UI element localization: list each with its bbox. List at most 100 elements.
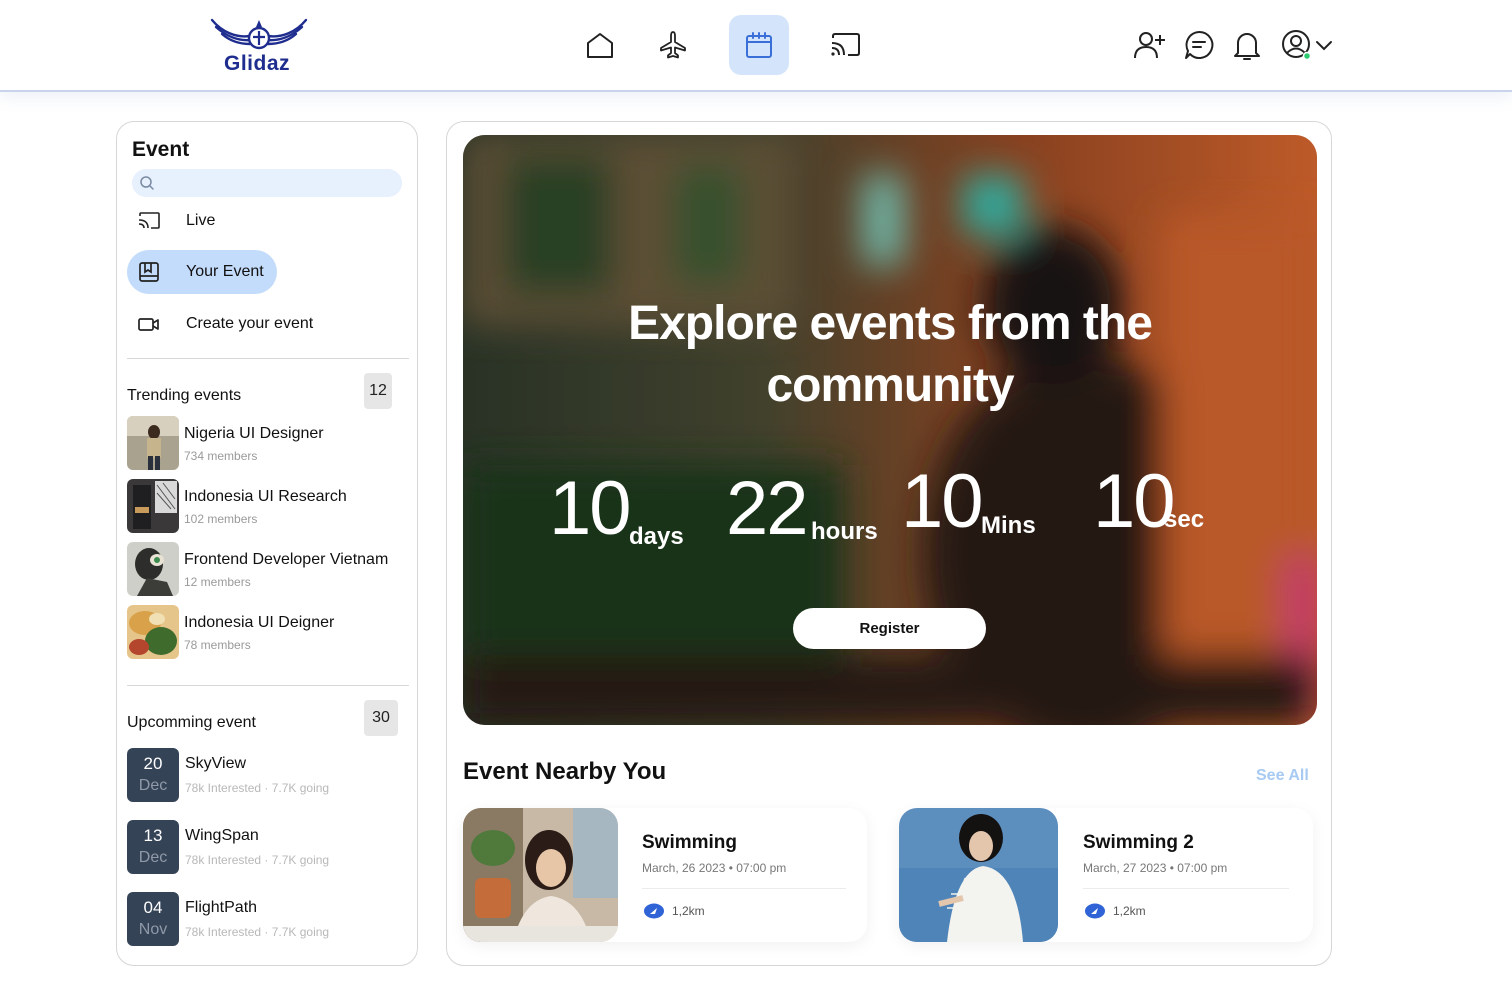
nearby-section-title: Event Nearby You [463, 758, 667, 785]
search-icon [140, 176, 154, 190]
event-day: 13 [143, 826, 163, 845]
upcoming-event-item[interactable]: 13 Dec WingSpan 78k Interested · 7.7K go… [127, 820, 407, 874]
event-date-tile: 20 Dec [127, 748, 179, 802]
sidebar-item-create-event[interactable]: Create your event [127, 302, 387, 346]
upcoming-title: Upcomming event [127, 714, 256, 731]
add-friend-button[interactable] [1132, 27, 1168, 63]
upcoming-event-meta: 78k Interested · 7.7K going [185, 781, 330, 795]
trending-event-members: 734 members [184, 449, 258, 463]
trending-event-members: 102 members [184, 512, 258, 526]
sidebar-divider [127, 685, 409, 686]
trending-count-badge: 12 [364, 373, 392, 409]
countdown-mins: 10 [901, 459, 984, 544]
register-button[interactable]: Register [793, 608, 986, 649]
messages-button[interactable] [1181, 27, 1217, 63]
nav-home[interactable] [570, 15, 630, 75]
upcoming-event-name: SkyView [185, 755, 247, 772]
countdown-mins-label: Mins [981, 512, 1036, 539]
sidebar-item-label: Your Event [186, 263, 264, 280]
trending-event-members: 78 members [184, 638, 251, 652]
trending-event-item[interactable]: Nigeria UI Designer 734 members [127, 416, 412, 470]
event-day: 04 [143, 898, 163, 917]
upcoming-count-badge: 30 [364, 700, 398, 736]
event-month: Dec [138, 777, 168, 794]
location-pin-icon [1085, 903, 1105, 919]
bell-icon [1234, 33, 1260, 60]
trending-event-name: Frontend Developer Vietnam [184, 551, 389, 568]
countdown-secs-label: sec [1164, 506, 1205, 533]
trending-event-name: Nigeria UI Designer [184, 425, 324, 442]
upcoming-event-name: FlightPath [185, 899, 258, 916]
event-thumbnail [127, 416, 179, 470]
video-camera-icon [138, 318, 159, 331]
airplane-icon [660, 31, 686, 59]
nav-events[interactable] [729, 15, 789, 75]
sidebar-item-label: Create your event [186, 315, 314, 332]
event-date-tile: 04 Nov [127, 892, 179, 946]
hero-title: Explore events from the community [463, 293, 1317, 417]
upcoming-event-name: WingSpan [185, 827, 259, 844]
trending-event-item[interactable]: Indonesia UI Deigner 78 members [127, 605, 412, 659]
location-pin-icon [644, 903, 664, 919]
notifications-button[interactable] [1229, 27, 1265, 63]
chevron-down-icon [1316, 41, 1332, 51]
card-divider [1083, 888, 1289, 889]
event-card-date: March, 26 2023 • 07:00 pm [642, 861, 787, 875]
event-date-tile: 13 Dec [127, 820, 179, 874]
sidebar-item-label: Live [186, 212, 216, 229]
event-month: Dec [138, 849, 168, 866]
event-sidebar: Event Live Your Event Create your event … [116, 121, 418, 966]
event-thumbnail [127, 479, 179, 533]
nav-cast[interactable] [815, 15, 875, 75]
cast-icon [138, 212, 160, 229]
hero-title-line: Explore events from the [628, 297, 1153, 350]
event-card-image [463, 808, 618, 942]
hero-banner: Explore events from the community 10 day… [463, 135, 1317, 725]
upcoming-event-item[interactable]: 20 Dec SkyView 78k Interested · 7.7K goi… [127, 748, 407, 802]
trending-event-item[interactable]: Frontend Developer Vietnam 12 members [127, 542, 412, 596]
profile-menu[interactable] [1277, 27, 1337, 63]
event-card-image [899, 808, 1058, 942]
trending-event-name: Indonesia UI Deigner [184, 614, 335, 631]
calendar-icon [746, 32, 772, 58]
card-divider [642, 888, 846, 889]
trending-event-members: 12 members [184, 575, 251, 589]
upcoming-event-meta: 78k Interested · 7.7K going [185, 853, 330, 867]
event-thumbnail [127, 605, 179, 659]
event-card-distance: 1,2km [1113, 904, 1146, 918]
countdown-hours-label: hours [811, 518, 878, 545]
sidebar-title: Event [132, 138, 190, 161]
countdown-hours: 22 [726, 466, 809, 551]
nearby-event-card[interactable]: Swimming 2 March, 27 2023 • 07:00 pm 1,2… [899, 808, 1313, 942]
trending-title: Trending events [127, 387, 242, 404]
sidebar-item-your-event[interactable]: Your Event [127, 250, 277, 294]
event-card-distance: 1,2km [672, 904, 705, 918]
upcoming-event-meta: 78k Interested · 7.7K going [185, 925, 330, 939]
event-thumbnail [127, 542, 179, 596]
home-icon [587, 33, 613, 58]
upcoming-event-item[interactable]: 04 Nov FlightPath 78k Interested · 7.7K … [127, 892, 407, 946]
event-day: 20 [143, 754, 163, 773]
nearby-event-card[interactable]: Swimming March, 26 2023 • 07:00 pm 1,2km [463, 808, 867, 942]
sidebar-divider [127, 358, 409, 359]
trending-event-name: Indonesia UI Research [184, 488, 347, 505]
countdown-secs: 10 [1093, 459, 1176, 544]
top-navigation-bar: Glidaz [0, 0, 1512, 92]
nav-flights[interactable] [643, 15, 703, 75]
main-content: Explore events from the community 10 day… [446, 121, 1332, 966]
hero-title-line: community [766, 359, 1014, 412]
countdown-days-label: days [629, 523, 684, 550]
countdown-days: 10 [549, 466, 632, 551]
event-card-title: Swimming 2 [1083, 832, 1194, 853]
event-card-date: March, 27 2023 • 07:00 pm [1083, 861, 1228, 875]
event-month: Nov [138, 921, 168, 938]
bookmark-book-icon [139, 262, 159, 282]
cast-icon [831, 33, 860, 56]
profile-icon [1282, 30, 1312, 61]
see-all-link[interactable]: See All [1256, 767, 1309, 785]
event-card-title: Swimming [642, 832, 738, 853]
trending-event-item[interactable]: Indonesia UI Research 102 members [127, 479, 412, 533]
sidebar-item-live[interactable]: Live [127, 199, 387, 243]
event-search-input[interactable] [132, 169, 402, 197]
brand-name: Glidaz [224, 52, 291, 75]
